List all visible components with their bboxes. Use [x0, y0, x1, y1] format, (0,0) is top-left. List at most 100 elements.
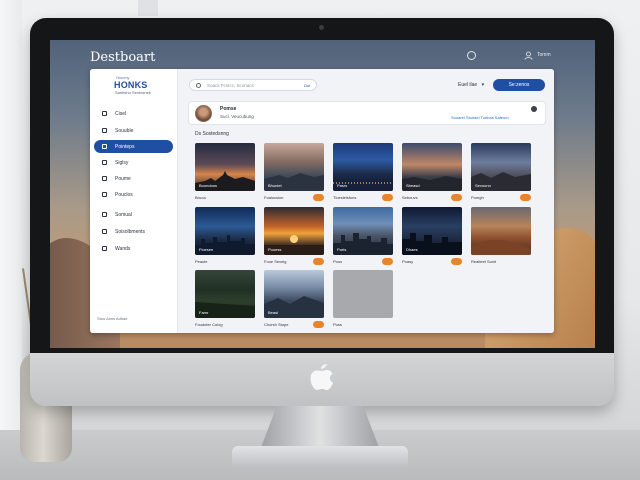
avatar[interactable]: [195, 105, 212, 122]
section-title: Ds Sostedsnng: [195, 131, 229, 137]
thumbnail-label: Pouess: [268, 247, 282, 252]
user-icon: [102, 160, 107, 165]
window-frame: [138, 0, 158, 16]
window-wall: [0, 0, 22, 480]
search-placeholder: Soacs Fcsrcc, Sconacs: [207, 82, 254, 88]
gallery-thumbnail[interactable]: Pasrs: [333, 143, 393, 191]
user-name[interactable]: Tomm: [537, 52, 551, 58]
sidebar-item-label: Somual: [115, 211, 132, 218]
sidebar-item-label: Siglsy: [115, 159, 129, 166]
thumbnail-label: Beasl: [268, 310, 279, 315]
favorite-badge-icon[interactable]: [382, 194, 393, 201]
card-caption: Bruoa: [195, 195, 206, 200]
sidebar: Hrscmy HONKS Sanbshu Sentosnek Cisel Sou…: [90, 69, 178, 333]
sidebar-footer: Stoo Alms Adhae: [97, 316, 128, 321]
notification-icon[interactable]: [467, 51, 476, 60]
gear-icon: [102, 246, 107, 251]
gallery-thumbnail[interactable]: Dhaes: [402, 207, 462, 255]
gallery-thumbnail-placeholder[interactable]: [333, 270, 393, 318]
sidebar-item-pouclos[interactable]: Pouclos: [94, 188, 173, 201]
thumbnail-label: Bhuniet: [268, 183, 282, 188]
favorite-badge-icon[interactable]: [313, 258, 324, 265]
gallery-card[interactable]: Bhuniet Foalocsion: [264, 143, 324, 201]
sidebar-item-wands[interactable]: Wands: [94, 242, 173, 255]
sidebar-item-poume[interactable]: Poume: [94, 172, 173, 185]
search-button[interactable]: Oul: [304, 83, 310, 88]
logo[interactable]: HONKS: [114, 80, 148, 90]
gallery-card[interactable]: Pasrs Tloeslelsfons: [333, 143, 393, 201]
profile-link[interactable]: Souarel Storlael Turlbas Sateum: [451, 115, 509, 120]
logo-subtitle: Sanbshu Sentosnek: [115, 90, 151, 95]
gallery-card[interactable]: Fioesen Peaule: [195, 207, 255, 264]
favorite-badge-icon[interactable]: [313, 194, 324, 201]
gallery-thumbnail[interactable]: Boundous: [195, 143, 255, 191]
card-caption: Foudoter Colog: [195, 322, 223, 327]
gallery-thumbnail[interactable]: Beasl: [264, 270, 324, 318]
favorite-badge-icon[interactable]: [451, 194, 462, 201]
home-icon: [102, 111, 107, 116]
gallery-card[interactable]: Reatleet Sonit: [471, 207, 531, 264]
favorite-badge-icon[interactable]: [313, 321, 324, 328]
card-caption: Puss: [333, 322, 342, 327]
sidebar-item-soisolbments[interactable]: Soisolbments: [94, 225, 173, 238]
gallery-card[interactable]: Sbeasd Sebouvs: [402, 143, 462, 201]
card-caption: Peaule: [195, 259, 208, 264]
apple-logo-icon: [310, 364, 333, 390]
gallery-thumbnail[interactable]: Bhuniet: [264, 143, 324, 191]
gallery-thumbnail[interactable]: Parts: [333, 207, 393, 255]
monitor-stand: [260, 406, 380, 450]
gallery-card[interactable]: Parts Pous: [333, 207, 393, 265]
thumbnail-label: Parts: [337, 247, 347, 252]
gallery-thumbnail[interactable]: Fioesen: [195, 207, 255, 255]
sidebar-item-souuble[interactable]: Souuble: [94, 124, 173, 137]
gallery-card[interactable]: Dhaes Poasy: [402, 207, 462, 265]
search-icon: [196, 82, 201, 88]
gallery-card[interactable]: Boundous Bruoa: [195, 143, 255, 200]
gallery-card[interactable]: Puss: [333, 270, 393, 327]
profile-name: Pomse: [220, 106, 237, 112]
monitor-stand-base: [232, 446, 408, 470]
main-content: Soacs Fcsrcc, Sconacs Oul Euel ilae ▾ Se…: [178, 69, 554, 333]
sidebar-item-label: Cisel: [115, 110, 127, 117]
grid-icon: [102, 212, 107, 217]
profile-subtitle: Sucl. Veucubung: [220, 114, 254, 119]
profile-card: Pomse Sucl. Veucubung Souarel Storlael T…: [188, 101, 546, 125]
user-icon[interactable]: [524, 51, 533, 60]
sidebar-item-label: Souuble: [115, 127, 134, 134]
close-icon[interactable]: [531, 106, 537, 112]
chevron-down-icon: ▾: [481, 82, 485, 88]
gallery-thumbnail[interactable]: [471, 207, 531, 255]
sidebar-item-cisel[interactable]: Cisel: [94, 107, 173, 120]
gallery-thumbnail[interactable]: Pouess: [264, 207, 324, 255]
favorite-badge-icon[interactable]: [382, 258, 393, 265]
gallery-card[interactable]: Pouess Foue Seveig: [264, 207, 324, 265]
gallery-thumbnail[interactable]: Famr: [195, 270, 255, 318]
sidebar-item-label: Pointeps: [115, 143, 135, 150]
gallery-thumbnail[interactable]: Sbeasd: [402, 143, 462, 191]
sidebar-item-pointeps[interactable]: Pointeps: [94, 140, 173, 153]
sidebar-item-somual[interactable]: Somual: [94, 208, 173, 221]
screen: Destboart Tomm Hrscmy HONKS Sanbshu Sent…: [50, 40, 595, 348]
file-icon: [102, 176, 107, 181]
thumbnail-label: Boundous: [199, 183, 218, 188]
filter-dropdown[interactable]: Euel ilae ▾: [458, 82, 484, 88]
gallery-card[interactable]: Beasl Chorsh Stupe: [264, 270, 324, 328]
gallery-card[interactable]: Famr Foudoter Colog: [195, 270, 255, 327]
folder-icon: [102, 128, 107, 133]
primary-button[interactable]: Se:zenos: [493, 79, 545, 91]
camera-icon: [319, 25, 324, 30]
sidebar-item-label: Poume: [115, 175, 131, 182]
sidebar-item-siglsy[interactable]: Siglsy: [94, 156, 173, 169]
thumbnail-label: Fioesen: [199, 247, 214, 252]
sidebar-item-label: Soisolbments: [115, 228, 146, 235]
search-input[interactable]: Soacs Fcsrcc, Sconacs Oul: [189, 79, 317, 91]
favorite-badge-icon[interactable]: [520, 194, 531, 201]
thumbnail-label: Famr: [199, 310, 209, 315]
thumbnail-label: Dhaes: [406, 247, 418, 252]
star-icon: [102, 192, 107, 197]
favorite-badge-icon[interactable]: [451, 258, 462, 265]
gallery-thumbnail[interactable]: Sevounn: [471, 143, 531, 191]
sidebar-item-label: Wands: [115, 245, 131, 252]
gallery-card[interactable]: Sevounn Pomgh: [471, 143, 531, 201]
app-window: Hrscmy HONKS Sanbshu Sentosnek Cisel Sou…: [90, 69, 554, 333]
